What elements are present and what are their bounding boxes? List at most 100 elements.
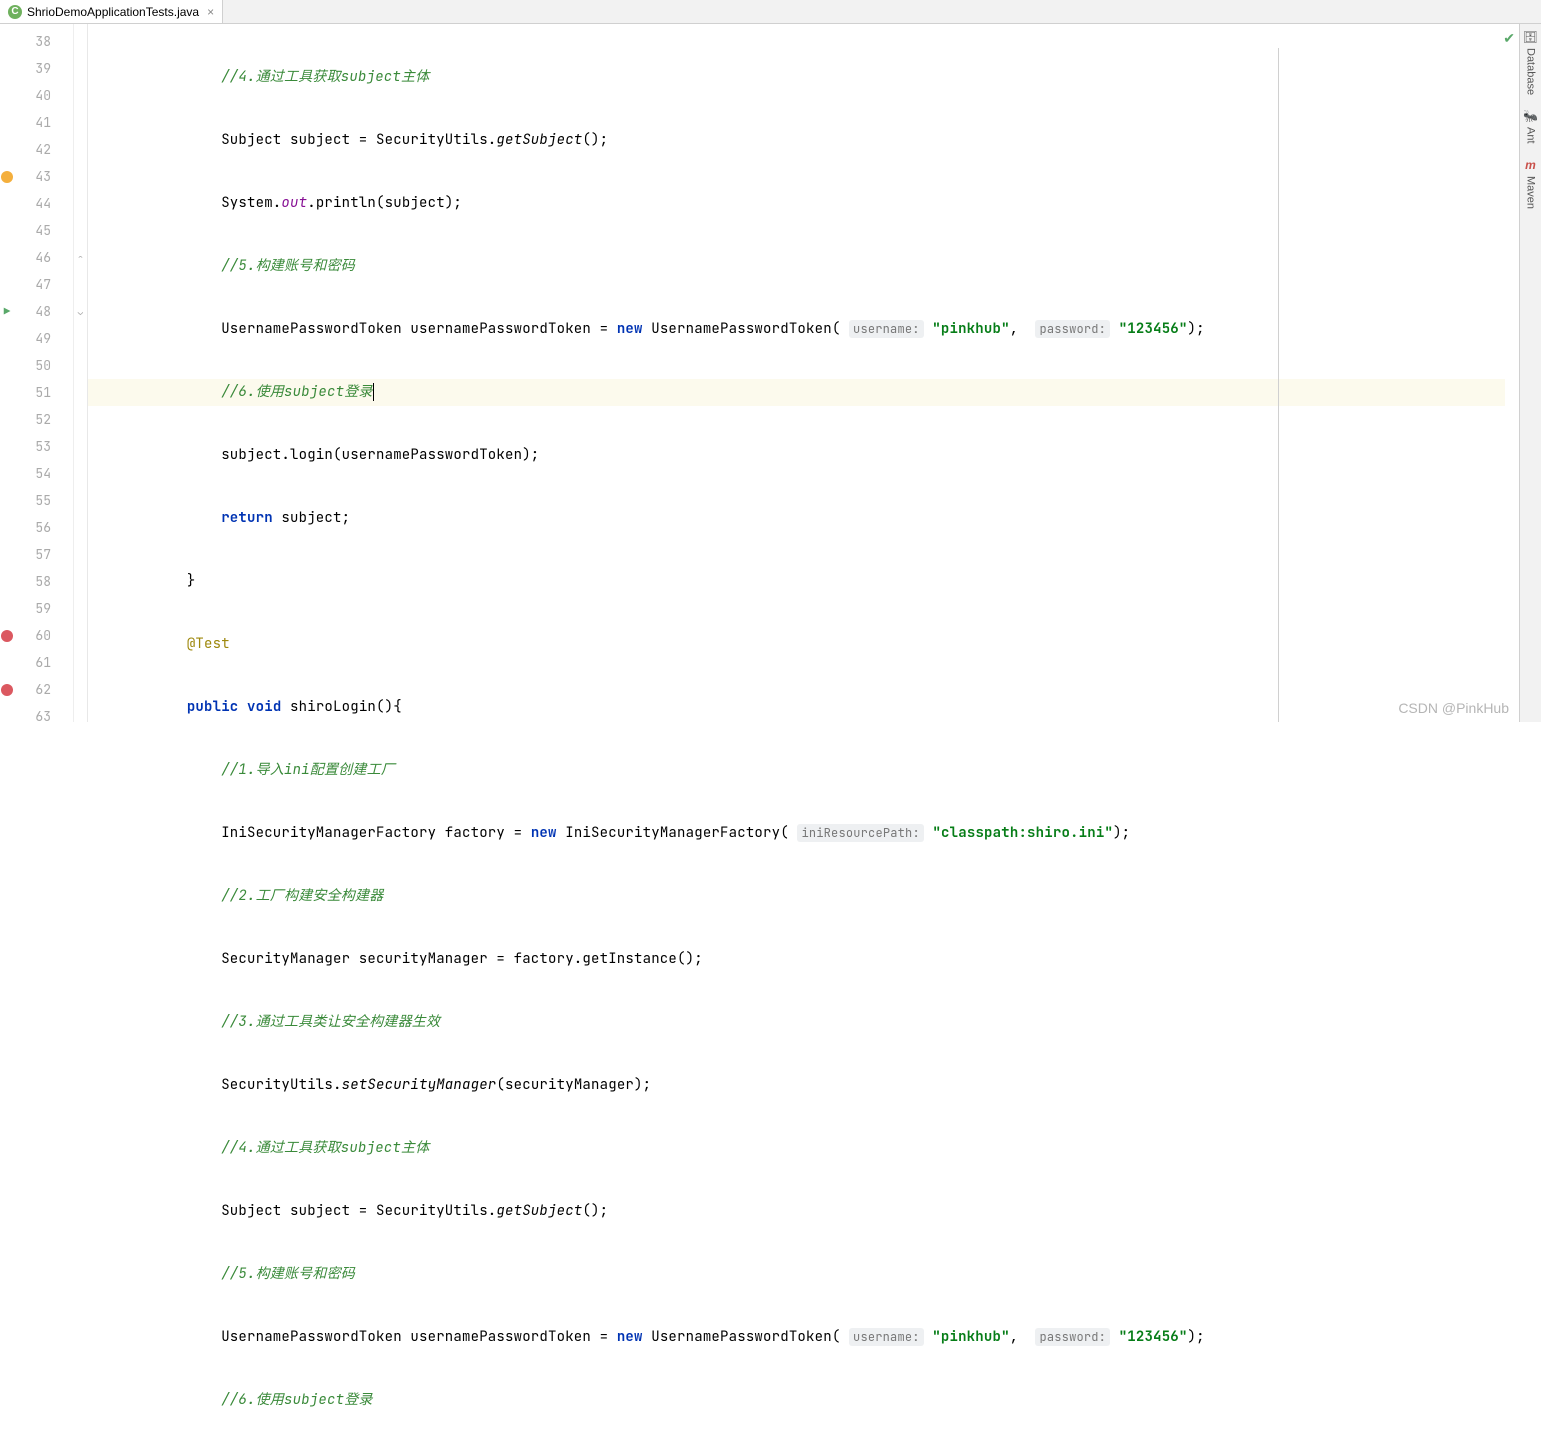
gutter-marker[interactable]	[0, 433, 14, 460]
line-number[interactable]: 43	[14, 163, 73, 190]
fold-handle[interactable]	[74, 541, 87, 568]
line-number[interactable]: 42	[14, 136, 73, 163]
tool-maven[interactable]: mMaven	[1525, 158, 1537, 209]
fold-handle[interactable]	[74, 703, 87, 730]
line-number[interactable]: 60	[14, 622, 73, 649]
line-number[interactable]: 52	[14, 406, 73, 433]
line-number[interactable]: 61	[14, 649, 73, 676]
gutter-marker[interactable]	[0, 649, 14, 676]
fold-handle[interactable]	[74, 352, 87, 379]
line-number[interactable]: 57	[14, 541, 73, 568]
fold-handle[interactable]	[74, 487, 87, 514]
fold-column[interactable]: ⌃⌄	[74, 24, 88, 722]
gutter-marker[interactable]	[0, 379, 14, 406]
line-number[interactable]: 62	[14, 676, 73, 703]
ant-icon: 🐜	[1523, 109, 1538, 123]
gutter-marker[interactable]	[0, 55, 14, 82]
fold-handle[interactable]	[74, 568, 87, 595]
line-number[interactable]: 49	[14, 325, 73, 352]
gutter-marker[interactable]	[0, 109, 14, 136]
file-tab[interactable]: C ShrioDemoApplicationTests.java ×	[0, 0, 223, 23]
gutter-marker[interactable]	[0, 28, 14, 55]
fold-handle[interactable]: ⌄	[74, 298, 87, 325]
fold-handle[interactable]	[74, 271, 87, 298]
line-number-gutter[interactable]: 3839404142434445464748495051525354555657…	[14, 24, 74, 722]
gutter-marker[interactable]	[0, 622, 14, 649]
gutter-marker[interactable]	[0, 163, 14, 190]
tool-database[interactable]: 🗄Database	[1523, 30, 1538, 95]
gutter-marker[interactable]	[0, 487, 14, 514]
gutter-marker[interactable]	[0, 217, 14, 244]
tool-ant[interactable]: 🐜Ant	[1523, 109, 1538, 144]
line-number[interactable]: 47	[14, 271, 73, 298]
fold-handle[interactable]	[74, 325, 87, 352]
fold-handle[interactable]	[74, 595, 87, 622]
marker-column[interactable]: ▶	[0, 24, 14, 722]
line-number[interactable]: 38	[14, 28, 73, 55]
line-number[interactable]: 59	[14, 595, 73, 622]
fold-handle[interactable]	[74, 622, 87, 649]
fold-handle[interactable]	[74, 217, 87, 244]
breakpoint-icon[interactable]	[1, 630, 13, 642]
tab-bar: C ShrioDemoApplicationTests.java ×	[0, 0, 1541, 24]
line-number[interactable]: 54	[14, 460, 73, 487]
param-hint: password:	[1035, 1328, 1110, 1346]
gutter-marker[interactable]	[0, 325, 14, 352]
fold-handle[interactable]	[74, 82, 87, 109]
line-number[interactable]: 48	[14, 298, 73, 325]
gutter-marker[interactable]	[0, 595, 14, 622]
gutter-marker[interactable]	[0, 676, 14, 703]
line-number[interactable]: 55	[14, 487, 73, 514]
code-area[interactable]: //4.通过工具获取subject主体 Subject subject = Se…	[88, 24, 1541, 722]
line-number[interactable]: 39	[14, 55, 73, 82]
line-number[interactable]: 56	[14, 514, 73, 541]
fold-handle[interactable]	[74, 28, 87, 55]
intention-bulb-icon[interactable]	[1, 171, 13, 183]
run-test-icon[interactable]: ▶	[4, 305, 11, 319]
gutter-marker[interactable]	[0, 406, 14, 433]
line-number[interactable]: 51	[14, 379, 73, 406]
fold-handle[interactable]: ⌃	[74, 244, 87, 271]
gutter-marker[interactable]	[0, 703, 14, 730]
fold-handle[interactable]	[74, 136, 87, 163]
gutter-marker[interactable]	[0, 136, 14, 163]
analysis-ok-icon[interactable]: ✔	[1503, 30, 1515, 48]
gutter-marker[interactable]	[0, 568, 14, 595]
close-icon[interactable]: ×	[204, 5, 214, 19]
fold-handle[interactable]	[74, 190, 87, 217]
gutter-marker[interactable]: ▶	[0, 298, 14, 325]
fold-handle[interactable]	[74, 514, 87, 541]
fold-handle[interactable]	[74, 433, 87, 460]
gutter-marker[interactable]	[0, 244, 14, 271]
line-number[interactable]: 63	[14, 703, 73, 730]
line-number[interactable]: 44	[14, 190, 73, 217]
line-number[interactable]: 46	[14, 244, 73, 271]
gutter-marker[interactable]	[0, 541, 14, 568]
breakpoint-icon[interactable]	[1, 684, 13, 696]
line-number[interactable]: 53	[14, 433, 73, 460]
line-number[interactable]: 40	[14, 82, 73, 109]
fold-handle[interactable]	[74, 460, 87, 487]
gutter-marker[interactable]	[0, 514, 14, 541]
gutter-marker[interactable]	[0, 190, 14, 217]
editor-scrollbar[interactable]	[1505, 48, 1519, 722]
java-class-icon: C	[8, 5, 22, 19]
gutter-marker[interactable]	[0, 271, 14, 298]
fold-handle[interactable]	[74, 163, 87, 190]
maven-icon: m	[1525, 158, 1536, 172]
fold-handle[interactable]	[74, 379, 87, 406]
param-hint: iniResourcePath:	[797, 824, 923, 842]
line-number[interactable]: 50	[14, 352, 73, 379]
gutter-marker[interactable]	[0, 460, 14, 487]
fold-handle[interactable]	[74, 676, 87, 703]
line-number[interactable]: 45	[14, 217, 73, 244]
line-number[interactable]: 41	[14, 109, 73, 136]
gutter-marker[interactable]	[0, 82, 14, 109]
fold-handle[interactable]	[74, 649, 87, 676]
fold-handle[interactable]	[74, 109, 87, 136]
gutter-marker[interactable]	[0, 352, 14, 379]
fold-handle[interactable]	[74, 406, 87, 433]
line-number[interactable]: 58	[14, 568, 73, 595]
print-margin	[1278, 48, 1279, 722]
fold-handle[interactable]	[74, 55, 87, 82]
